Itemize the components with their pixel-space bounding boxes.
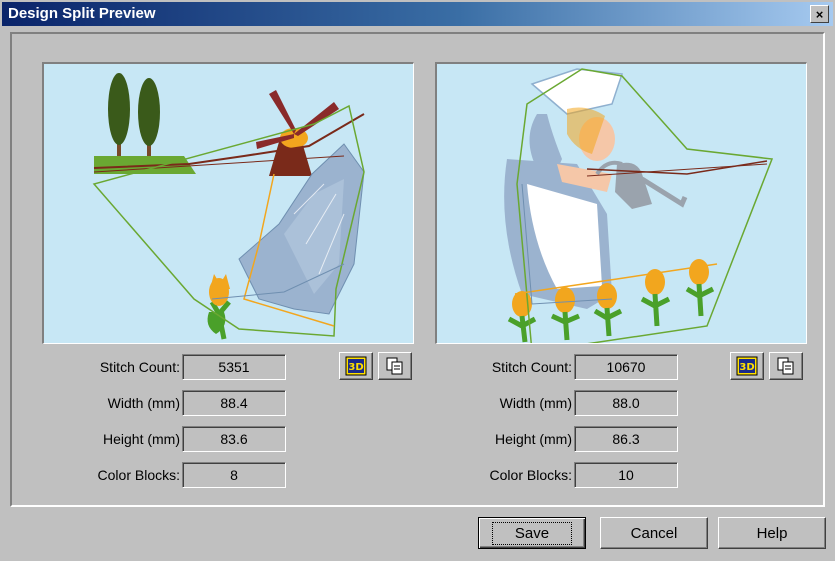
right-stitch-count-value: 10670 bbox=[574, 354, 678, 380]
left-copy-button[interactable] bbox=[378, 352, 412, 380]
right-stitch-count-label: Stitch Count: bbox=[491, 359, 572, 375]
left-width-label: Width (mm) bbox=[107, 395, 180, 411]
left-stitch-count-label: Stitch Count: bbox=[99, 359, 180, 375]
copy-icon bbox=[777, 357, 794, 375]
3d-view-icon: 3D bbox=[736, 356, 758, 376]
3d-view-icon: 3D bbox=[345, 356, 367, 376]
left-3d-view-button[interactable]: 3D bbox=[339, 352, 373, 380]
right-design-preview bbox=[435, 62, 807, 344]
left-design-artwork bbox=[92, 73, 365, 340]
left-width-value: 88.4 bbox=[182, 390, 286, 416]
right-color-blocks-value: 10 bbox=[574, 462, 678, 488]
window-title: Design Split Preview bbox=[8, 5, 156, 22]
close-icon: × bbox=[815, 6, 824, 22]
right-design-artwork bbox=[504, 68, 774, 343]
svg-text:3D: 3D bbox=[348, 362, 363, 373]
left-design-preview bbox=[42, 62, 414, 344]
design-split-preview-dialog: Design Split Preview × Stitch Count: 535… bbox=[0, 0, 835, 561]
title-bar[interactable]: Design Split Preview × bbox=[2, 2, 833, 26]
save-button[interactable]: Save bbox=[478, 517, 586, 549]
left-color-blocks-label: Color Blocks: bbox=[97, 467, 180, 483]
help-button[interactable]: Help bbox=[718, 517, 826, 549]
close-button[interactable]: × bbox=[810, 5, 829, 23]
left-height-label: Height (mm) bbox=[102, 431, 180, 447]
save-button-label: Save bbox=[491, 521, 573, 545]
help-button-label: Help bbox=[756, 524, 788, 542]
right-color-blocks-label: Color Blocks: bbox=[489, 467, 572, 483]
preview-group: Stitch Count: 5351 Width (mm) 88.4 Heigh… bbox=[10, 32, 825, 507]
right-height-value: 86.3 bbox=[574, 426, 678, 452]
right-width-value: 88.0 bbox=[574, 390, 678, 416]
left-color-blocks-value: 8 bbox=[182, 462, 286, 488]
cancel-button-label: Cancel bbox=[630, 524, 678, 542]
left-height-value: 83.6 bbox=[182, 426, 286, 452]
cancel-button[interactable]: Cancel bbox=[600, 517, 708, 549]
svg-text:3D: 3D bbox=[739, 362, 754, 373]
copy-icon bbox=[386, 357, 403, 375]
right-width-label: Width (mm) bbox=[499, 395, 572, 411]
right-copy-button[interactable] bbox=[769, 352, 803, 380]
right-height-label: Height (mm) bbox=[494, 431, 572, 447]
right-3d-view-button[interactable]: 3D bbox=[730, 352, 764, 380]
left-stitch-count-value: 5351 bbox=[182, 354, 286, 380]
